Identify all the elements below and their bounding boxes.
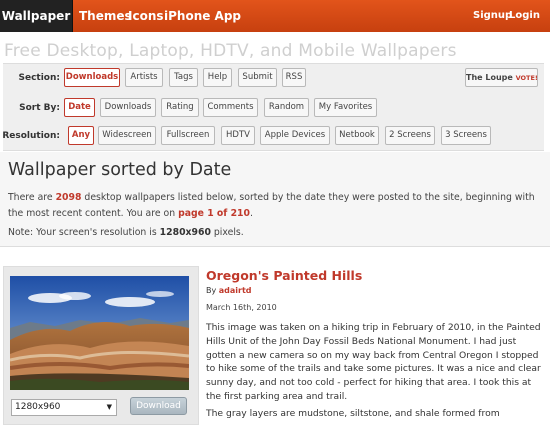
note-text-2: pixels. xyxy=(210,227,244,238)
resolution-fullscreen[interactable]: Fullscreen xyxy=(161,126,215,145)
wallpaper-thumbnail[interactable] xyxy=(10,276,189,390)
page-title: Wallpaper sorted by Date xyxy=(8,160,232,180)
sort-date[interactable]: Date xyxy=(64,98,95,117)
resolution-netbook[interactable]: Netbook xyxy=(335,126,379,145)
loupe-label: The Loupe xyxy=(466,73,513,82)
site-heading: Free Desktop, Laptop, HDTV, and Mobile W… xyxy=(4,41,457,61)
note-text-1: Note: Your screen's resolution is xyxy=(8,227,160,238)
screen-resolution: 1280x960 xyxy=(159,227,211,238)
section-artists[interactable]: Artists xyxy=(125,68,163,87)
wallpaper-title[interactable]: Oregon's Painted Hills xyxy=(206,268,362,283)
intro-text-3: . xyxy=(249,208,253,219)
login-link[interactable]: Login xyxy=(509,0,540,32)
sort-downloads[interactable]: Downloads xyxy=(100,98,156,117)
resolution-hdtv[interactable]: HDTV xyxy=(221,126,255,145)
section-tags[interactable]: Tags xyxy=(169,68,198,87)
download-button[interactable]: Download xyxy=(130,397,187,415)
top-navigation-bar: Wallpaper Themes Icons iPhone App Signup… xyxy=(0,0,550,32)
wallpaper-description-continued: The gray layers are mudstone, siltstone,… xyxy=(206,408,500,419)
section-submit[interactable]: Submit xyxy=(238,68,277,87)
resolution-apple-devices[interactable]: Apple Devices xyxy=(260,126,330,145)
listing-intro: There are 2098 desktop wallpapers listed… xyxy=(8,190,543,222)
nav-wallpaper[interactable]: Wallpaper xyxy=(0,0,73,32)
sort-random[interactable]: Random xyxy=(264,98,309,117)
chevron-down-icon: ▼ xyxy=(106,403,112,411)
resolution-label: Resolution: xyxy=(2,131,60,141)
nav-themes[interactable]: Themes xyxy=(79,0,132,32)
section-label: Section: xyxy=(18,73,61,83)
page-indicator: page 1 of 210 xyxy=(178,208,250,219)
wallpaper-description: This image was taken on a hiking trip in… xyxy=(206,322,541,402)
resolution-3-screens[interactable]: 3 Screens xyxy=(441,126,491,145)
wallpaper-count: 2098 xyxy=(55,192,82,203)
sort-my-favorites[interactable]: My Favorites xyxy=(314,98,377,117)
the-loupe-button[interactable]: The Loupe VOTE! xyxy=(465,68,538,87)
sort-comments[interactable]: Comments xyxy=(203,98,258,117)
resolution-2-screens[interactable]: 2 Screens xyxy=(385,126,435,145)
resolution-note: Note: Your screen's resolution is 1280x9… xyxy=(8,227,244,238)
resolution-select[interactable]: 1280x960 ▼ xyxy=(11,399,117,416)
nav-icons[interactable]: Icons xyxy=(128,0,164,32)
wallpaper-date: March 16th, 2010 xyxy=(206,303,277,312)
section-help[interactable]: Help xyxy=(203,68,232,87)
resolution-any[interactable]: Any xyxy=(68,126,94,145)
loupe-vote-badge: VOTE! xyxy=(515,74,538,82)
sort-rating[interactable]: Rating xyxy=(161,98,199,117)
author-link[interactable]: adairtd xyxy=(219,286,252,295)
intro-text-1: There are xyxy=(8,192,56,203)
byline-prefix: By xyxy=(206,286,219,295)
section-downloads[interactable]: Downloads xyxy=(64,68,120,87)
nav-iphone-app[interactable]: iPhone App xyxy=(164,0,241,32)
sort-by-label: Sort By: xyxy=(19,103,60,113)
section-rss[interactable]: RSS xyxy=(282,68,306,87)
wallpaper-byline: By adairtd xyxy=(206,286,252,295)
resolution-select-value: 1280x960 xyxy=(15,402,61,412)
intro-text-2: desktop wallpapers listed below, sorted … xyxy=(8,192,535,219)
resolution-widescreen[interactable]: Widescreen xyxy=(98,126,156,145)
signup-link[interactable]: Signup xyxy=(473,0,512,32)
